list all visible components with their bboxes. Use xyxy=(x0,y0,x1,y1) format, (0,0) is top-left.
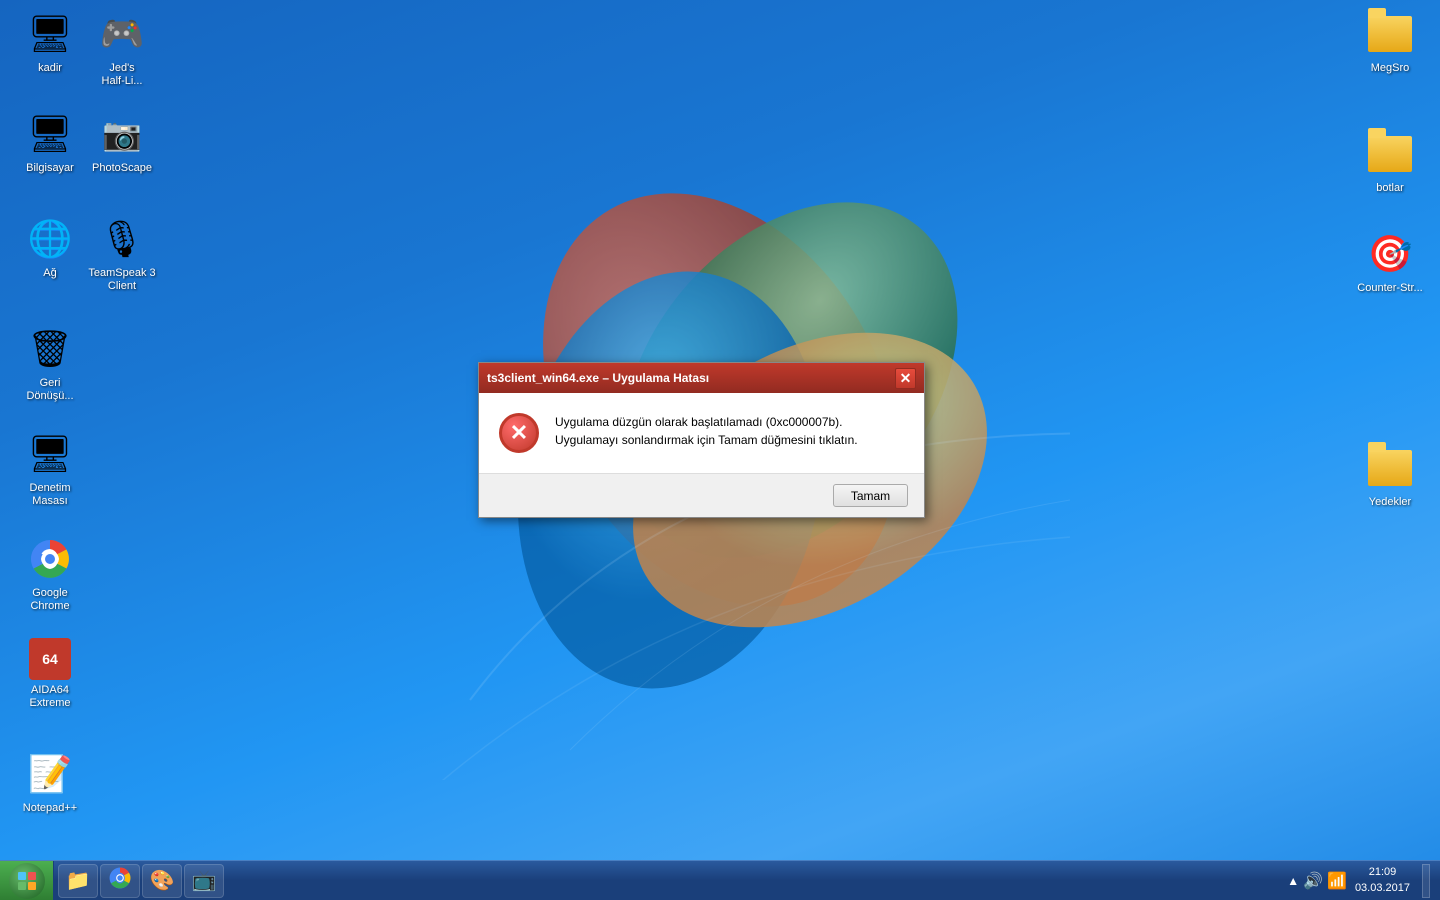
explorer-icon: 📁 xyxy=(66,868,91,893)
taskbar-right: ▲ 🔊 📶 21:09 03.03.2017 xyxy=(1277,861,1440,900)
desktop: 🖥 kadir 🎮 Jed'sHalf-Li... 🖥 Bilgisayar 📷… xyxy=(0,0,1440,900)
taskbar-clock: 21:09 03.03.2017 xyxy=(1355,865,1410,896)
clock-time: 21:09 xyxy=(1355,865,1410,880)
error-message-text: Uygulama düzgün olarak başlatılamadı (0x… xyxy=(555,413,904,449)
error-dialog: ts3client_win64.exe – Uygulama Hatası ✕ … xyxy=(478,362,925,518)
dialog-body: ✕ Uygulama düzgün olarak başlatılamadı (… xyxy=(479,393,924,473)
dialog-footer: Tamam xyxy=(479,473,924,517)
taskbar-items: 📁 🎨 📺 xyxy=(54,861,1277,900)
clock-date: 03.03.2017 xyxy=(1355,881,1410,896)
dialog-close-button[interactable]: ✕ xyxy=(895,368,916,389)
tray-arrow[interactable]: ▲ xyxy=(1287,874,1299,888)
chrome-taskbar-icon xyxy=(109,867,131,895)
taskbar-item-other[interactable]: 📺 xyxy=(184,864,224,898)
ok-button[interactable]: Tamam xyxy=(833,484,908,507)
error-icon: ✕ xyxy=(499,413,539,453)
system-tray: ▲ 🔊 📶 xyxy=(1287,871,1347,891)
start-orb xyxy=(9,863,45,899)
start-button[interactable] xyxy=(0,861,54,900)
taskbar-item-explorer[interactable]: 📁 xyxy=(58,864,98,898)
dialog-title: ts3client_win64.exe – Uygulama Hatası xyxy=(487,371,895,385)
taskbar-item-chrome[interactable] xyxy=(100,864,140,898)
dialog-overlay: ts3client_win64.exe – Uygulama Hatası ✕ … xyxy=(0,0,1440,900)
volume-icon: 📶 xyxy=(1327,871,1347,891)
taskbar-item-paint[interactable]: 🎨 xyxy=(142,864,182,898)
paint-icon: 🎨 xyxy=(150,868,175,893)
network-icon: 🔊 xyxy=(1303,871,1323,891)
taskbar: 📁 🎨 📺 xyxy=(0,860,1440,900)
show-desktop-button[interactable] xyxy=(1422,864,1430,898)
other-icon: 📺 xyxy=(192,868,217,893)
dialog-titlebar: ts3client_win64.exe – Uygulama Hatası ✕ xyxy=(479,363,924,393)
